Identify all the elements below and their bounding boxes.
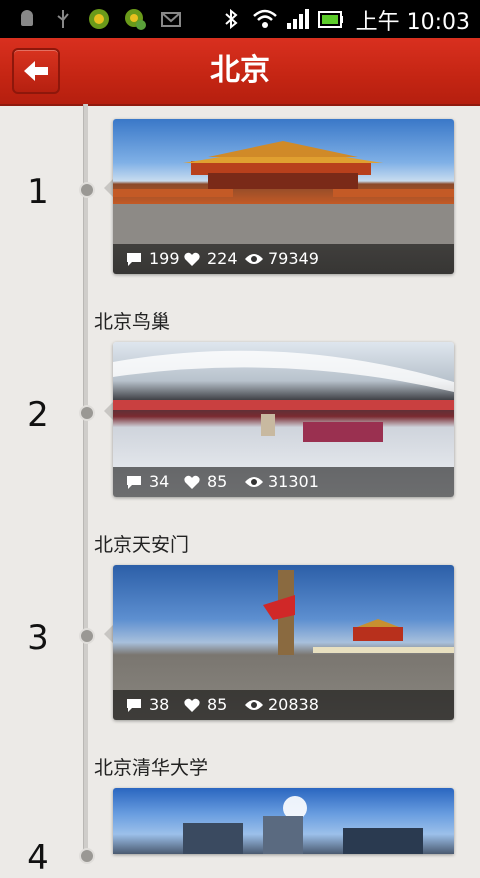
android-icon <box>21 10 33 26</box>
item-title: 北京鸟巢 <box>94 311 171 333</box>
wifi-icon <box>253 9 277 28</box>
item-title: 北京清华大学 <box>94 757 209 779</box>
app-check-icon <box>125 9 146 30</box>
comment-count: 38 <box>149 695 170 714</box>
comment-count: 199 <box>149 249 180 268</box>
stats-bar: 34 85 31301 <box>113 467 454 497</box>
back-button[interactable] <box>12 48 60 94</box>
panorama-card[interactable]: 34 85 31301 <box>113 342 454 497</box>
panorama-card[interactable] <box>113 788 454 854</box>
status-time: 上午 10:03 <box>355 10 470 35</box>
heart-icon <box>184 252 200 266</box>
item-number: 4 <box>27 838 49 878</box>
stats-bar: 38 85 20838 <box>113 690 454 720</box>
panorama-image <box>183 796 423 854</box>
status-bar: 上午 10:03 <box>0 0 480 38</box>
panorama-card[interactable]: 199 224 79349 <box>113 119 454 274</box>
item-number: 2 <box>27 395 49 435</box>
app-header: 北京 <box>0 38 480 106</box>
mail-icon <box>161 12 181 27</box>
item-number: 3 <box>27 618 49 658</box>
eye-icon <box>245 254 263 264</box>
panorama-card[interactable]: 38 85 20838 <box>113 565 454 720</box>
heart-icon <box>184 475 200 489</box>
comment-icon <box>127 476 141 489</box>
like-count: 224 <box>207 249 238 268</box>
back-arrow-icon <box>24 61 48 81</box>
like-count: 85 <box>207 695 228 714</box>
signal-icon <box>287 9 309 29</box>
heart-icon <box>184 698 200 712</box>
usb-icon <box>57 10 69 28</box>
item-number: 1 <box>27 172 49 212</box>
app-icon <box>89 9 109 29</box>
bluetooth-icon <box>225 8 238 30</box>
timeline-dot <box>79 628 95 644</box>
item-title: 北京天安门 <box>94 534 190 556</box>
eye-icon <box>245 477 263 487</box>
timeline-dot <box>79 848 95 864</box>
page-title: 北京 <box>210 53 270 88</box>
view-count: 20838 <box>268 695 319 714</box>
comment-count: 34 <box>149 472 170 491</box>
comment-icon <box>127 699 141 712</box>
stats-bar: 199 224 79349 <box>113 244 454 274</box>
timeline-dot <box>79 182 95 198</box>
view-count: 31301 <box>268 472 319 491</box>
timeline-line <box>83 104 88 854</box>
like-count: 85 <box>207 472 228 491</box>
battery-icon <box>318 11 343 28</box>
view-count: 79349 <box>268 249 319 268</box>
eye-icon <box>245 700 263 710</box>
comment-icon <box>127 253 141 266</box>
timeline-dot <box>79 405 95 421</box>
